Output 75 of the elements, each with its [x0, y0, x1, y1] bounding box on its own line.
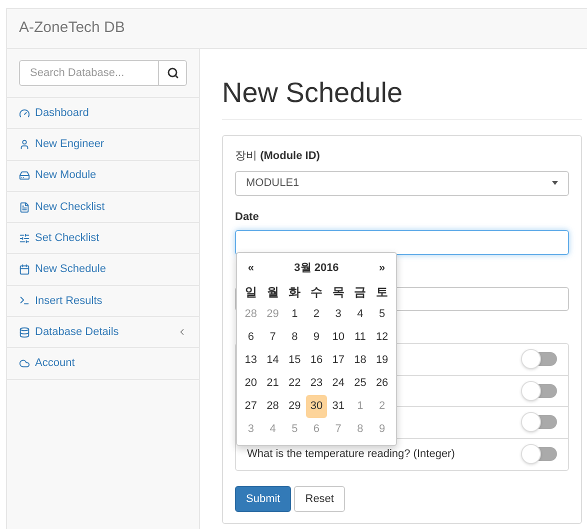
sidebar-item[interactable]: New Checklist	[7, 192, 199, 224]
day-cell[interactable]: 4	[349, 303, 372, 326]
previous-month-button[interactable]: «	[240, 257, 262, 280]
sidebar-item[interactable]: New Engineer	[7, 129, 199, 161]
user-icon	[19, 138, 30, 150]
search-input[interactable]: Search Database...	[20, 61, 158, 85]
sidebar-item[interactable]: New Schedule	[7, 254, 199, 286]
search-field[interactable]: Search Database...	[19, 60, 187, 86]
weekday-label: 일	[244, 284, 258, 300]
day-cell[interactable]: 28	[262, 395, 284, 418]
day-cell[interactable]: 9	[306, 326, 328, 349]
day-cell[interactable]: 12	[371, 326, 393, 349]
field-label: Date	[235, 210, 260, 224]
day-cell[interactable]: 6	[240, 326, 262, 349]
field-label: 장비 (Module ID)	[235, 149, 321, 164]
weekday-label: 화	[288, 284, 302, 300]
brand-title[interactable]: A-ZoneTech DB	[19, 17, 125, 40]
toggle-switch[interactable]	[522, 415, 557, 430]
day-cell[interactable]: 18	[349, 349, 372, 372]
weekday-label: 금	[353, 284, 368, 300]
day-cell[interactable]: 20	[240, 372, 262, 395]
day-cell[interactable]: 5	[371, 303, 393, 326]
day-cell[interactable]: 19	[371, 349, 393, 372]
page-title: New Schedule	[222, 77, 404, 109]
next-month-button[interactable]: »	[371, 257, 393, 280]
day-cell[interactable]: 23	[306, 372, 328, 395]
day-cell[interactable]: 13	[240, 349, 262, 372]
drive-icon	[19, 170, 30, 182]
weekday-label: 수	[309, 284, 324, 300]
database-icon	[19, 326, 30, 338]
weekday-label: 목	[331, 284, 346, 300]
dropdown-caret-icon	[552, 181, 558, 185]
day-cell[interactable]: 21	[262, 372, 284, 395]
sidebar-item[interactable]: Set Checklist	[7, 223, 199, 254]
submit-button[interactable]: Submit	[235, 486, 292, 512]
calendar-icon	[19, 264, 30, 276]
day-cell[interactable]: 1	[284, 303, 306, 326]
day-cell[interactable]: 16	[306, 349, 328, 372]
day-cell[interactable]: 24	[327, 372, 350, 395]
sliders-icon	[19, 232, 30, 244]
search-icon	[166, 67, 178, 79]
day-cell[interactable]: 11	[349, 326, 372, 349]
gauge-icon	[19, 108, 30, 119]
day-cell[interactable]: 15	[284, 349, 306, 372]
day-cell[interactable]: 17	[327, 349, 350, 372]
day-cell[interactable]: 3	[327, 303, 350, 326]
day-cell[interactable]: 7	[262, 326, 284, 349]
day-cell[interactable]: 14	[262, 349, 284, 372]
module-select[interactable]: MODULE1	[235, 170, 569, 196]
month-title[interactable]: 3월 2016	[262, 257, 372, 280]
sidebar-item[interactable]: Insert Results	[7, 286, 199, 318]
day-cell[interactable]: 29	[284, 395, 306, 418]
day-cell[interactable]: 10	[327, 326, 350, 349]
reset-button[interactable]: Reset	[294, 486, 345, 512]
terminal-icon	[19, 295, 30, 306]
sidebar-item[interactable]: Dashboard	[7, 98, 199, 130]
weekday-label: 월	[266, 284, 280, 300]
weekday-label: 토	[375, 284, 390, 300]
sidebar-item[interactable]: Database Details	[7, 317, 199, 348]
sidebar-item[interactable]: New Module	[7, 160, 199, 192]
toggle-switch[interactable]	[522, 447, 557, 462]
toggle-switch[interactable]	[522, 384, 557, 398]
day-cell[interactable]: 26	[371, 372, 393, 395]
sidebar-item[interactable]: Account	[7, 348, 199, 380]
day-cell[interactable]: 22	[284, 372, 306, 395]
cloud-icon	[19, 358, 30, 370]
day-cell[interactable]: 8	[284, 326, 306, 349]
day-cell[interactable]: 27	[240, 395, 262, 418]
day-cell[interactable]: 31	[327, 395, 350, 418]
day-cell[interactable]: 25	[349, 372, 372, 395]
document-icon	[19, 202, 30, 213]
day-cell[interactable]: 30	[306, 395, 328, 418]
day-cell[interactable]: 2	[306, 303, 328, 326]
toggle-switch[interactable]	[522, 352, 557, 366]
check-label: What is the temperature reading? (Integer)	[247, 447, 456, 462]
